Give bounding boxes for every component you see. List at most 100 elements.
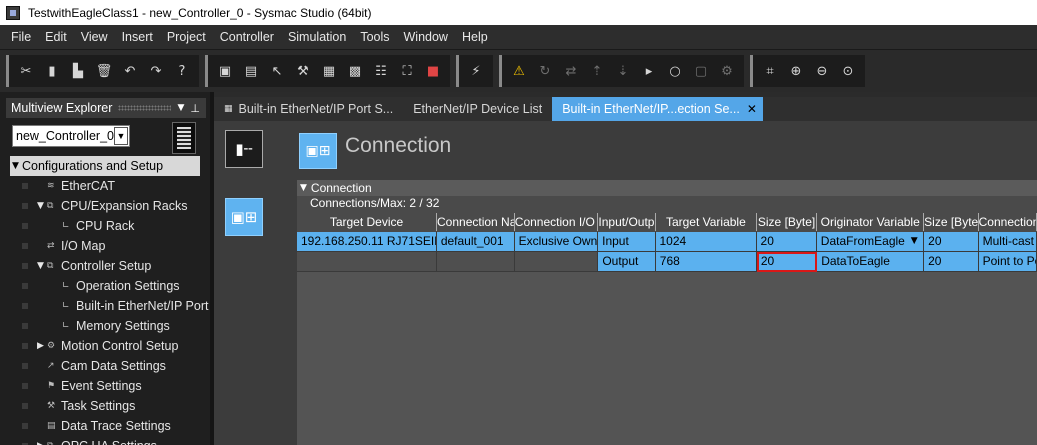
explorer-menu-icon[interactable]: ▼ bbox=[177, 103, 184, 113]
program-icon[interactable]: ▢ bbox=[690, 60, 712, 82]
table-cell[interactable] bbox=[514, 252, 599, 272]
drag-grip[interactable] bbox=[118, 105, 172, 111]
ladder-icon[interactable]: ☷ bbox=[370, 60, 392, 82]
tree-item[interactable]: ▤ Data Trace Settings bbox=[0, 416, 210, 436]
table-cell[interactable]: Exclusive Owner bbox=[514, 232, 599, 252]
io-icon[interactable]: ▩ bbox=[344, 60, 366, 82]
zoom-out-icon[interactable]: ⊖ bbox=[811, 60, 833, 82]
menu-simulation[interactable]: Simulation bbox=[281, 27, 353, 47]
stop-icon[interactable]: ■ bbox=[422, 60, 444, 82]
menu-view[interactable]: View bbox=[74, 27, 115, 47]
table-cell[interactable]: 1024 bbox=[655, 232, 757, 252]
upload-icon[interactable]: ⇡ bbox=[586, 60, 608, 82]
table-cell[interactable]: Output bbox=[598, 252, 656, 272]
table-cell[interactable]: 20 bbox=[924, 252, 979, 272]
menu-help[interactable]: Help bbox=[455, 27, 495, 47]
paste-icon[interactable]: ▙ bbox=[67, 60, 89, 82]
table-cell[interactable]: DataFromEagle ▼ bbox=[816, 232, 925, 252]
undo-icon[interactable]: ↶ bbox=[119, 60, 141, 82]
download-icon[interactable]: ⇣ bbox=[612, 60, 634, 82]
collapsed-arrow-icon[interactable]: ▶ bbox=[37, 441, 47, 445]
build-icon[interactable]: ▤ bbox=[240, 60, 262, 82]
monitor-icon[interactable]: ▦ bbox=[318, 60, 340, 82]
column-header[interactable]: Target Variable bbox=[656, 213, 757, 231]
zoom-100-icon[interactable]: ⊙ bbox=[837, 60, 859, 82]
expanded-arrow-icon[interactable]: ▼ bbox=[37, 201, 47, 211]
tree-item[interactable]: ⚒ Task Settings bbox=[0, 396, 210, 416]
menu-project[interactable]: Project bbox=[160, 27, 213, 47]
pin-icon[interactable]: ⊥ bbox=[190, 102, 200, 115]
controller-select[interactable]: new_Controller_0 ▼ bbox=[12, 125, 130, 147]
tree-item[interactable]: ⇄ I/O Map bbox=[0, 236, 210, 256]
column-header[interactable]: Size [Byte] bbox=[924, 213, 979, 231]
tree-item[interactable]: ∟ Built-in EtherNet/IP Port bbox=[0, 296, 210, 316]
copy-icon[interactable]: ▮ bbox=[41, 60, 63, 82]
collapsed-arrow-icon[interactable]: ▶ bbox=[37, 341, 47, 351]
table-cell[interactable]: default_001 bbox=[436, 232, 515, 252]
expanded-arrow-icon[interactable]: ▼ bbox=[12, 161, 22, 171]
cut-icon[interactable]: ✂ bbox=[15, 60, 37, 82]
menu-file[interactable]: File bbox=[4, 27, 38, 47]
tree-item[interactable]: ∟ CPU Rack bbox=[0, 216, 210, 236]
table-cell[interactable]: DataToEagle bbox=[817, 252, 925, 272]
tab-2[interactable]: Built-in EtherNet/IP...ection Se... ✕ bbox=[552, 97, 763, 121]
tree-item[interactable]: ▶⧉OPC UA Settings bbox=[0, 436, 210, 445]
menu-insert[interactable]: Insert bbox=[115, 27, 160, 47]
table-cell[interactable]: Multi-cast connection bbox=[978, 232, 1037, 252]
tag-setting-button[interactable]: ▮╌ bbox=[225, 130, 263, 168]
tree-item[interactable]: ▼ ⧉ CPU/Expansion Racks bbox=[0, 196, 210, 216]
table-cell[interactable]: 20 bbox=[924, 232, 979, 252]
menu-tools[interactable]: Tools bbox=[353, 27, 396, 47]
table-cell[interactable] bbox=[436, 252, 515, 272]
chevron-down-icon[interactable]: ▼ bbox=[113, 127, 128, 145]
table-row[interactable]: 192.168.250.11 RJ71SEIP91 default_001 Excl… bbox=[297, 232, 1037, 252]
tools-icon[interactable]: ⚙ bbox=[716, 60, 738, 82]
table-cell[interactable]: 20 bbox=[756, 232, 817, 252]
column-header[interactable]: Input/Output bbox=[598, 213, 656, 231]
help-icon[interactable]: ? bbox=[171, 60, 193, 82]
table-cell[interactable]: Point to Point connection bbox=[978, 252, 1037, 272]
column-header[interactable]: Connection Type bbox=[979, 213, 1037, 231]
tree-item[interactable]: ∟ Operation Settings bbox=[0, 276, 210, 296]
chevron-down-icon[interactable]: ▼ bbox=[907, 234, 921, 249]
column-header[interactable]: Originator Variable bbox=[817, 213, 925, 231]
zoom-in-icon[interactable]: ⊕ bbox=[785, 60, 807, 82]
table-cell[interactable]: 20 bbox=[756, 252, 818, 272]
delete-icon[interactable]: 🗑 bbox=[93, 60, 115, 82]
column-header[interactable]: Connection I/O Type bbox=[515, 213, 599, 231]
redo-icon[interactable]: ↷ bbox=[145, 60, 167, 82]
synchronize-icon[interactable]: ↻ bbox=[534, 60, 556, 82]
tab-1[interactable]: EtherNet/IP Device List bbox=[403, 97, 552, 121]
menu-edit[interactable]: Edit bbox=[38, 27, 74, 47]
table-cell[interactable] bbox=[297, 252, 437, 272]
compile-icon[interactable]: ↖ bbox=[266, 60, 288, 82]
tree-item[interactable]: ▶ ⚙ Motion Control Setup bbox=[0, 336, 210, 356]
tree-item[interactable]: ⚑ Event Settings bbox=[0, 376, 210, 396]
connection-section-header[interactable]: ▼ Connection bbox=[297, 180, 1037, 196]
table-cell[interactable]: 768 bbox=[655, 252, 757, 272]
online-icon[interactable]: ⚡ bbox=[465, 60, 487, 82]
column-header[interactable]: Target Device bbox=[297, 213, 437, 231]
fit-icon[interactable]: ⌗ bbox=[759, 60, 781, 82]
tab-0[interactable]: ▦ Built-in EtherNet/IP Port S... bbox=[214, 97, 403, 121]
transfer-icon[interactable]: ⇄ bbox=[560, 60, 582, 82]
menu-window[interactable]: Window bbox=[397, 27, 455, 47]
tree-item[interactable]: ∟ Memory Settings bbox=[0, 316, 210, 336]
column-header[interactable]: Size [Byte] bbox=[757, 213, 818, 231]
reset-icon[interactable]: ○ bbox=[664, 60, 686, 82]
connection-setting-button[interactable]: ▣⊞ bbox=[225, 198, 263, 236]
tree-item[interactable]: ≋ EtherCAT bbox=[0, 176, 210, 196]
menu-controller[interactable]: Controller bbox=[213, 27, 281, 47]
collapse-arrow-icon[interactable]: ▼ bbox=[300, 183, 307, 193]
table-cell[interactable]: Input bbox=[598, 232, 656, 252]
cross-ref-icon[interactable]: ⚒ bbox=[292, 60, 314, 82]
warning-icon[interactable]: ⚠ bbox=[508, 60, 530, 82]
tree-item[interactable]: ▼ Configurations and Setup bbox=[10, 156, 200, 176]
tree-item[interactable]: ▼ ⧉ Controller Setup bbox=[0, 256, 210, 276]
3d-icon[interactable]: ▣ bbox=[214, 60, 236, 82]
close-icon[interactable]: ✕ bbox=[747, 102, 757, 116]
table-row[interactable]: Output 768 20 DataToEagle 20 Point to Point c… bbox=[297, 252, 1037, 272]
column-header[interactable]: Connection Name bbox=[437, 213, 515, 231]
run-icon[interactable]: ▸ bbox=[638, 60, 660, 82]
table-cell[interactable]: 192.168.250.11 RJ71SEIP91 bbox=[297, 232, 437, 252]
